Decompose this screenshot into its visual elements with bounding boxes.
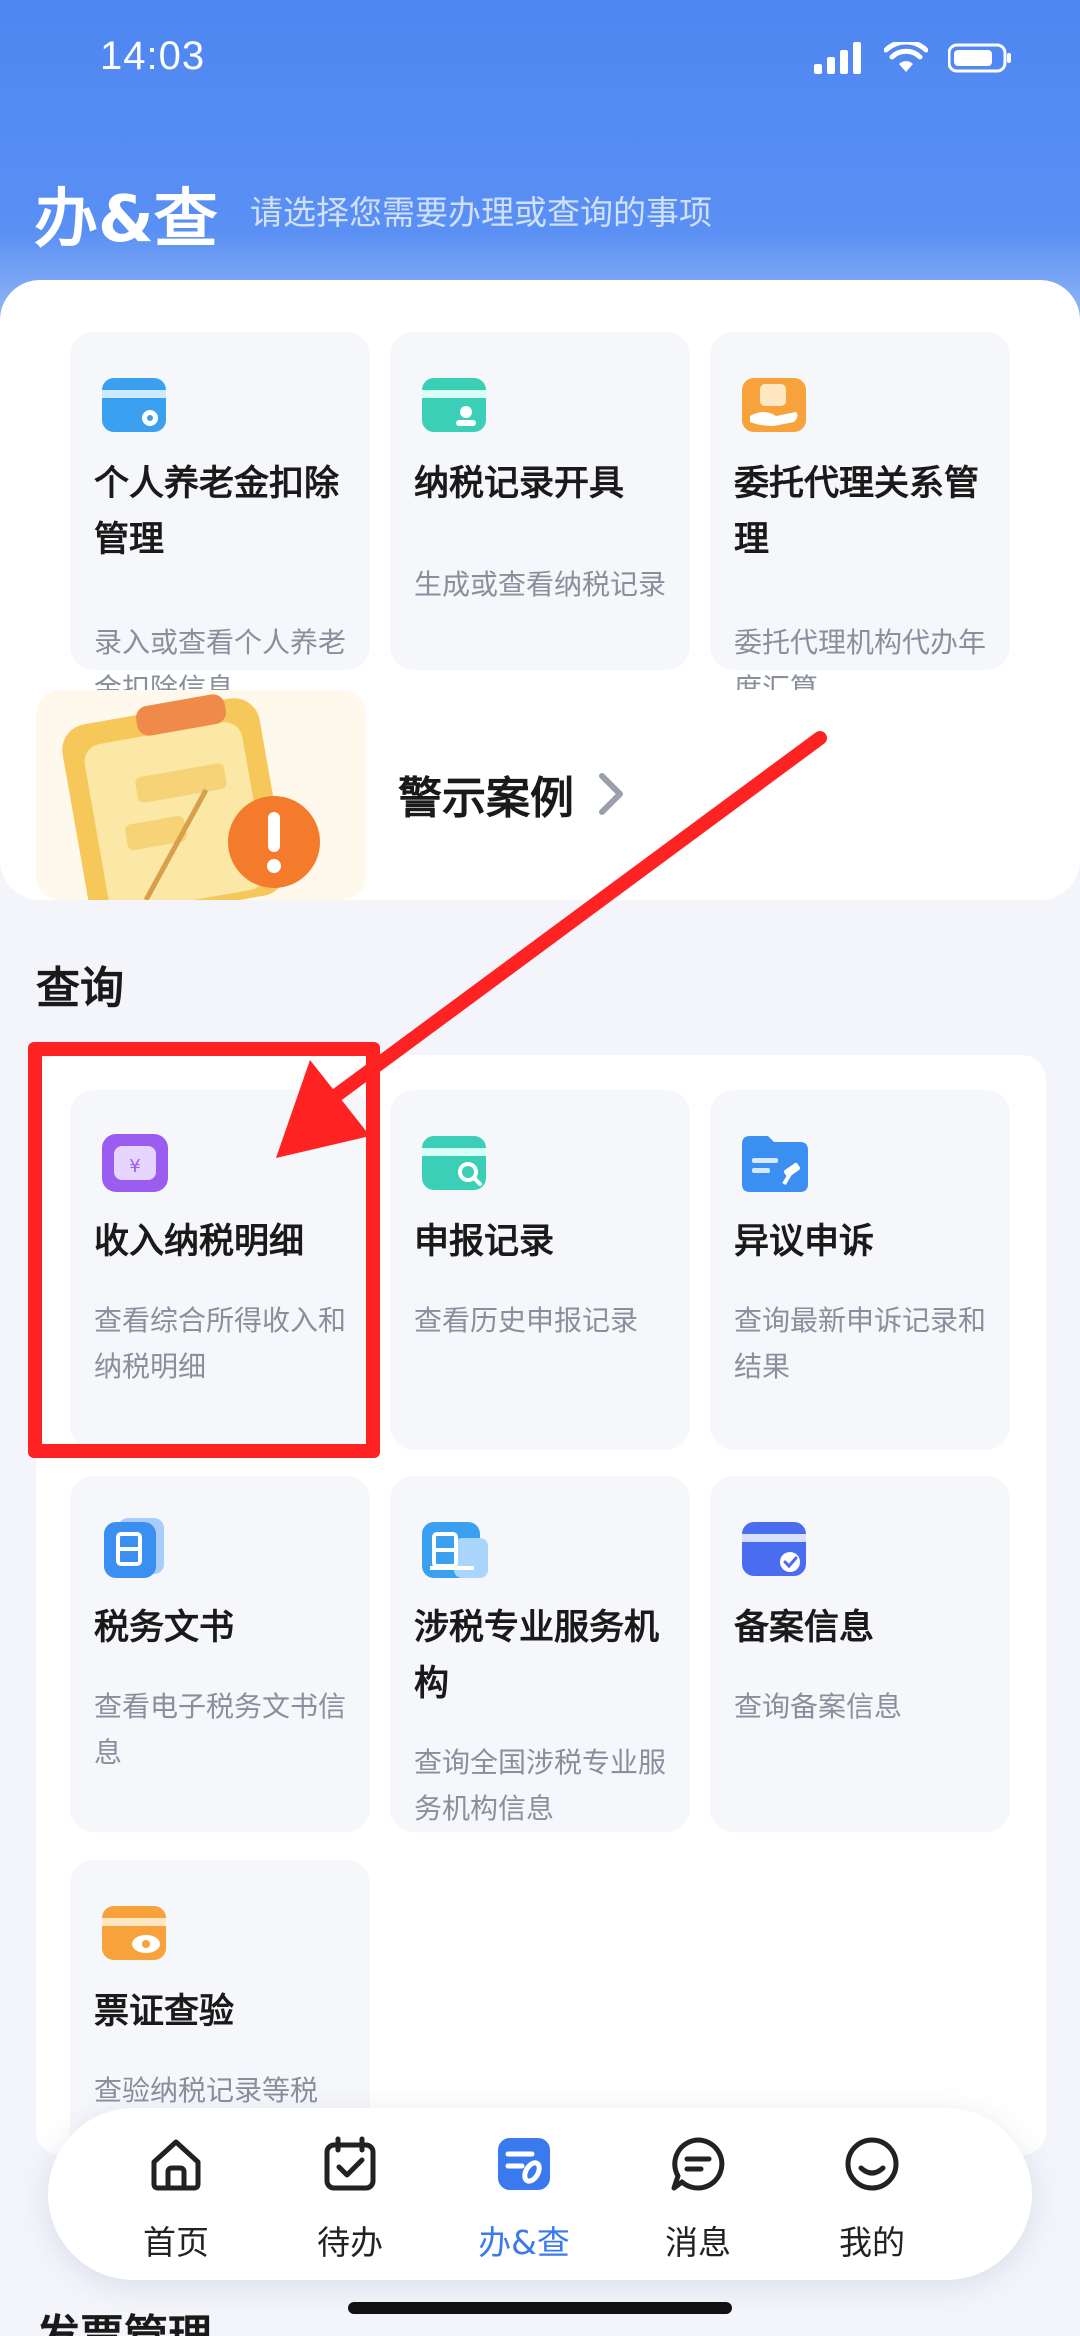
tab-label: 办&查 [478, 2223, 570, 2262]
tab-mine[interactable]: 我的 [802, 2136, 942, 2266]
card-title: 纳税记录开具 [414, 464, 625, 504]
card-title: 异议申诉 [734, 1222, 875, 1262]
card-desc: 查看电子税务文书信息 [94, 1690, 347, 1769]
card-agency-relation[interactable]: 委托代理关系管理 委托代理机构代办年度汇算 [710, 332, 1010, 705]
card-title: 委托代理关系管理 [734, 464, 980, 560]
card-tax-service-agencies[interactable]: 涉税专业服务机构 查询全国涉税专业服务机构信息 [390, 1476, 690, 1832]
tab-label: 待办 [317, 2223, 383, 2262]
home-indicator [348, 2302, 732, 2314]
signal-icon [814, 42, 861, 74]
tab-label: 首页 [143, 2223, 209, 2262]
status-icons [814, 42, 1012, 74]
card-user-icon [422, 378, 486, 432]
page-title: 办&查 [34, 183, 218, 257]
card-title: 票证查验 [94, 1992, 235, 2032]
folder-hammer-icon [742, 1136, 808, 1192]
calendar-check-icon [324, 2136, 376, 2191]
card-search-icon [422, 1136, 486, 1190]
do-check-icon [498, 2138, 550, 2190]
card-desc: 查询备案信息 [734, 1690, 903, 1723]
card-tax-documents[interactable]: 税务文书 查看电子税务文书信息 [70, 1476, 370, 1832]
card-desc: 查看历史申报记录 [414, 1304, 639, 1337]
document-icon [104, 1518, 164, 1578]
page-subtitle: 请选择您需要办理或查询的事项 [250, 193, 712, 232]
smile-icon [845, 2137, 899, 2191]
card-title: 备案信息 [734, 1608, 875, 1648]
tab-messages[interactable]: 消息 [628, 2136, 768, 2266]
card-desc: 生成或查看纳税记录 [414, 568, 667, 601]
chevron-right-icon [599, 773, 623, 815]
message-icon [671, 2137, 725, 2191]
warning-cases-banner[interactable]: 警示案例 [36, 690, 1046, 900]
hand-card-icon [742, 378, 806, 432]
status-time: 14:03 [100, 34, 206, 78]
tab-todo[interactable]: 待办 [280, 2136, 420, 2266]
card-title: 申报记录 [414, 1222, 555, 1262]
card-title: 个人养老金扣除管理 [94, 464, 340, 560]
warning-cases-label: 警示案例 [398, 773, 574, 824]
tab-label: 消息 [665, 2223, 731, 2262]
bottom-tab-bar: 首页 待办 办&查 消息 我的 [48, 2108, 1032, 2280]
card-title: 涉税专业服务机构 [414, 1608, 660, 1704]
card-desc: 查询全国涉税专业服务机构信息 [414, 1746, 667, 1825]
highlight-box [28, 1042, 380, 1458]
home-icon [151, 2139, 201, 2191]
card-gear-icon [102, 378, 166, 432]
clipboard-warning-illustration [36, 690, 366, 900]
card-desc: 查询最新申诉记录和结果 [734, 1304, 987, 1383]
card-tax-record-issue[interactable]: 纳税记录开具 生成或查看纳税记录 [390, 332, 690, 670]
tab-label: 我的 [839, 2223, 905, 2262]
building-icon [422, 1522, 488, 1578]
tab-home[interactable]: 首页 [106, 2136, 246, 2266]
card-check-icon [742, 1522, 806, 1576]
battery-icon [948, 43, 1011, 73]
wifi-icon [884, 42, 928, 72]
card-declaration-records[interactable]: 申报记录 查看历史申报记录 [390, 1090, 690, 1450]
card-title: 税务文书 [94, 1608, 235, 1648]
card-eye-icon [102, 1906, 166, 1960]
status-bar: 14:03 [0, 0, 1080, 120]
invoice-section-title: 发票管理 [36, 2300, 212, 2336]
card-filing-info[interactable]: 备案信息 查询备案信息 [710, 1476, 1010, 1832]
query-section-title: 查询 [36, 963, 124, 1014]
card-pension-deduction[interactable]: 个人养老金扣除管理 录入或查看个人养老金扣除信息 [70, 332, 370, 705]
tab-do-check[interactable]: 办&查 [454, 2136, 594, 2266]
card-objection-appeal[interactable]: 异议申诉 查询最新申诉记录和结果 [710, 1090, 1010, 1450]
